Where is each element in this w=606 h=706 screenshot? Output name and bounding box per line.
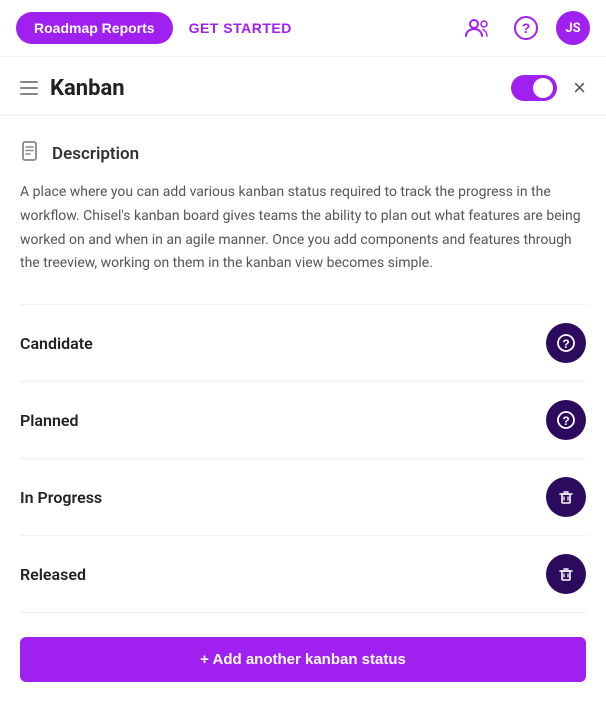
hamburger-menu-icon[interactable] bbox=[20, 81, 38, 95]
add-status-button[interactable]: + Add another kanban status bbox=[20, 637, 586, 682]
kanban-toggle[interactable] bbox=[511, 75, 557, 101]
in-progress-delete-button[interactable] bbox=[546, 477, 586, 517]
people-icon bbox=[464, 14, 492, 42]
help-icon-button[interactable]: ? bbox=[508, 10, 544, 46]
status-label-in-progress: In Progress bbox=[20, 488, 102, 507]
status-label-candidate: Candidate bbox=[20, 334, 93, 353]
trash-icon bbox=[556, 487, 576, 507]
people-icon-button[interactable] bbox=[460, 10, 496, 46]
status-item-released: Released bbox=[20, 536, 586, 613]
close-button[interactable]: × bbox=[573, 77, 586, 99]
status-label-released: Released bbox=[20, 565, 86, 584]
document-icon bbox=[20, 140, 42, 167]
planned-help-button[interactable]: ? bbox=[546, 400, 586, 440]
panel-content: Description A place where you can add va… bbox=[0, 116, 606, 706]
status-list: Candidate ? Planned ? In Progress bbox=[20, 304, 586, 613]
top-nav: Roadmap Reports GET STARTED ? JS bbox=[0, 0, 606, 57]
status-item-planned: Planned ? bbox=[20, 382, 586, 459]
question-icon: ? bbox=[556, 333, 576, 353]
status-item-in-progress: In Progress bbox=[20, 459, 586, 536]
help-circle-icon: ? bbox=[512, 14, 540, 42]
panel-title: Kanban bbox=[50, 76, 511, 101]
svg-text:?: ? bbox=[562, 414, 569, 428]
candidate-help-button[interactable]: ? bbox=[546, 323, 586, 363]
description-body: A place where you can add various kanban… bbox=[20, 181, 586, 276]
trash-icon bbox=[556, 564, 576, 584]
description-header: Description bbox=[20, 140, 586, 167]
question-icon: ? bbox=[556, 410, 576, 430]
svg-text:?: ? bbox=[562, 337, 569, 351]
svg-text:?: ? bbox=[522, 20, 531, 36]
toggle-container bbox=[511, 75, 557, 101]
panel-header: Kanban × bbox=[0, 57, 606, 116]
released-delete-button[interactable] bbox=[546, 554, 586, 594]
get-started-button[interactable]: GET STARTED bbox=[185, 12, 296, 44]
user-avatar[interactable]: JS bbox=[556, 11, 590, 45]
status-label-planned: Planned bbox=[20, 411, 79, 430]
description-title: Description bbox=[52, 144, 139, 164]
status-item-candidate: Candidate ? bbox=[20, 304, 586, 382]
roadmap-reports-button[interactable]: Roadmap Reports bbox=[16, 12, 173, 44]
